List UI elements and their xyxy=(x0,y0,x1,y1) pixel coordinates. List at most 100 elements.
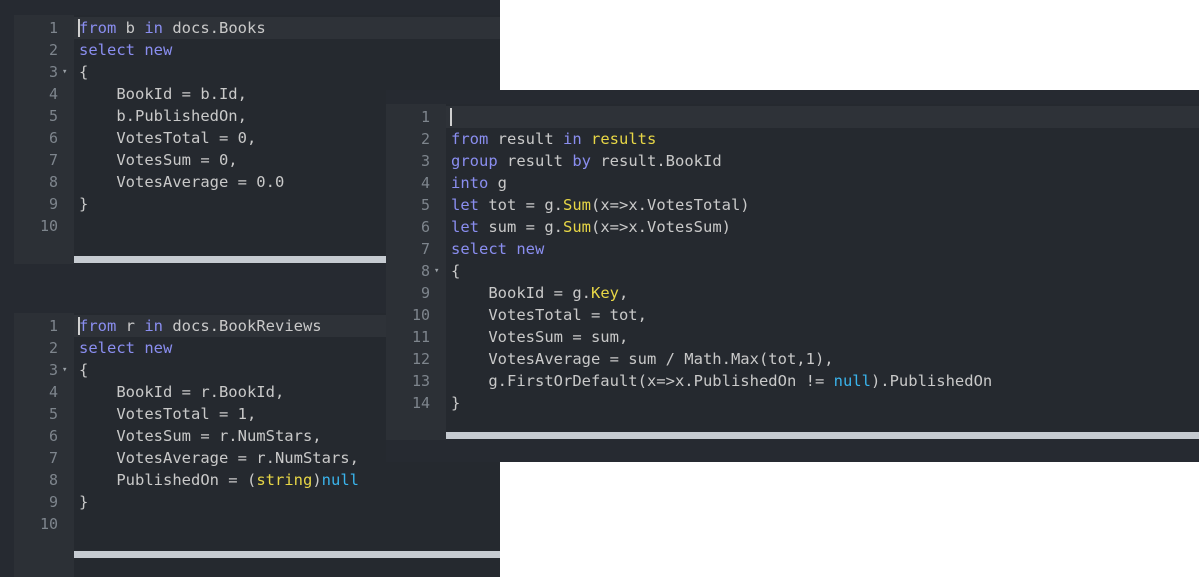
code-token: result.BookId xyxy=(591,152,722,170)
code-line: group result by result.BookId xyxy=(446,150,1199,172)
code-token: VotesSum = sum, xyxy=(451,328,629,346)
line-number: 1 xyxy=(48,19,58,37)
line-number-gutter: 1 2 3 4 5 6 7 8 ▾ 9 10 11 12 13 14 xyxy=(386,104,446,440)
code-token: { xyxy=(79,361,89,379)
code-token: VotesTotal = tot, xyxy=(451,306,647,324)
code-area[interactable]: from result in results group result by re… xyxy=(446,104,1199,440)
text-caret xyxy=(450,108,452,126)
text-caret xyxy=(78,19,80,37)
line-number: 1 xyxy=(48,317,58,335)
keyword-token: in xyxy=(144,317,163,335)
line-number: 5 xyxy=(420,196,430,214)
line-number: 6 xyxy=(420,218,430,236)
keyword-token: select xyxy=(451,240,507,258)
code-line: from result in results xyxy=(446,128,1199,150)
function-token: Key xyxy=(590,284,619,302)
code-token: ) xyxy=(312,471,322,489)
line-number: 4 xyxy=(48,85,58,103)
code-token: g.FirstOrDefault(x=>x.PublishedOn != xyxy=(451,372,834,390)
line-number: 9 xyxy=(48,493,58,511)
line-number: 9 xyxy=(420,284,430,302)
line-number: 11 xyxy=(411,328,430,346)
line-number: 10 xyxy=(39,217,58,235)
line-number: 5 xyxy=(48,107,58,125)
code-token: b xyxy=(116,19,145,37)
keyword-token: in xyxy=(144,19,163,37)
code-editor-reduce[interactable]: 1 2 3 4 5 6 7 8 ▾ 9 10 11 12 13 14 from result in resu… xyxy=(386,104,1199,440)
line-number: 6 xyxy=(48,129,58,147)
keyword-token: let xyxy=(451,196,479,214)
line-number: 7 xyxy=(48,449,58,467)
code-token: sum = g. xyxy=(479,218,563,236)
null-token: null xyxy=(833,372,871,390)
function-token: string xyxy=(256,471,313,489)
code-line: BookId = g.Key, xyxy=(446,282,1199,304)
fold-toggle-icon[interactable]: ▾ xyxy=(434,260,439,282)
code-token: b.PublishedOn, xyxy=(79,107,247,125)
code-line: select new xyxy=(446,238,1199,260)
keyword-token: let xyxy=(451,218,479,236)
code-token: docs.Books xyxy=(163,19,266,37)
keyword-token: new xyxy=(144,339,173,357)
code-token: { xyxy=(451,262,461,280)
line-number: 4 xyxy=(48,383,58,401)
horizontal-scrollbar[interactable] xyxy=(446,432,1199,439)
line-number: 8 xyxy=(48,173,58,191)
line-number: 2 xyxy=(48,41,58,59)
code-token: PublishedOn = ( xyxy=(79,471,257,489)
fold-toggle-icon[interactable]: ▾ xyxy=(62,359,67,381)
keyword-token: new xyxy=(144,41,173,59)
code-token: result xyxy=(488,130,563,148)
code-token: } xyxy=(451,394,461,412)
line-number: 1 xyxy=(420,108,430,126)
code-token: tot = g. xyxy=(479,196,563,214)
line-number-gutter: 1 2 3 ▾ 4 5 6 7 8 9 10 xyxy=(14,15,74,264)
code-token: } xyxy=(79,493,89,511)
code-token: VotesSum = 0, xyxy=(79,151,238,169)
line-number: 10 xyxy=(39,515,58,533)
line-number: 3 xyxy=(420,152,430,170)
function-token: Sum xyxy=(563,218,591,236)
code-token: BookId = g. xyxy=(451,284,591,302)
line-number: 8 xyxy=(48,471,58,489)
code-line: } xyxy=(446,392,1199,414)
fold-toggle-icon[interactable]: ▾ xyxy=(62,61,67,83)
line-number: 5 xyxy=(48,405,58,423)
line-number: 4 xyxy=(420,174,430,192)
code-line: VotesSum = sum, xyxy=(446,326,1199,348)
code-token: VotesTotal = 1, xyxy=(79,405,257,423)
null-token: null xyxy=(321,471,359,489)
line-number-gutter: 1 2 3 ▾ 4 5 6 7 8 9 10 xyxy=(14,313,74,577)
line-number: 7 xyxy=(48,151,58,169)
code-token: (x=>x.VotesTotal) xyxy=(591,196,750,214)
code-line: { xyxy=(446,260,1199,282)
keyword-token: from xyxy=(79,19,117,37)
line-number: 7 xyxy=(420,240,430,258)
code-token: (x=>x.VotesSum) xyxy=(591,218,731,236)
horizontal-scrollbar[interactable] xyxy=(74,551,500,558)
code-line xyxy=(446,106,1199,128)
code-line: PublishedOn = (string)null xyxy=(74,469,500,491)
horizontal-scrollbar[interactable] xyxy=(74,256,386,263)
code-token: , xyxy=(618,284,629,302)
keyword-token: select xyxy=(79,339,135,357)
line-number: 9 xyxy=(48,195,58,213)
keyword-token: by xyxy=(572,152,591,170)
line-number: 2 xyxy=(48,339,58,357)
code-line: select new xyxy=(74,39,500,61)
keyword-token: new xyxy=(516,240,545,258)
function-token: Sum xyxy=(563,196,591,214)
code-line: from b in docs.Books xyxy=(74,17,500,39)
keyword-token: from xyxy=(451,130,489,148)
code-token: VotesAverage = r.NumStars, xyxy=(79,449,359,467)
code-line: VotesTotal = tot, xyxy=(446,304,1199,326)
code-token: g xyxy=(488,174,507,192)
code-token: { xyxy=(79,63,89,81)
code-token: docs.BookReviews xyxy=(163,317,322,335)
code-line: g.FirstOrDefault(x=>x.PublishedOn != nul… xyxy=(446,370,1199,392)
